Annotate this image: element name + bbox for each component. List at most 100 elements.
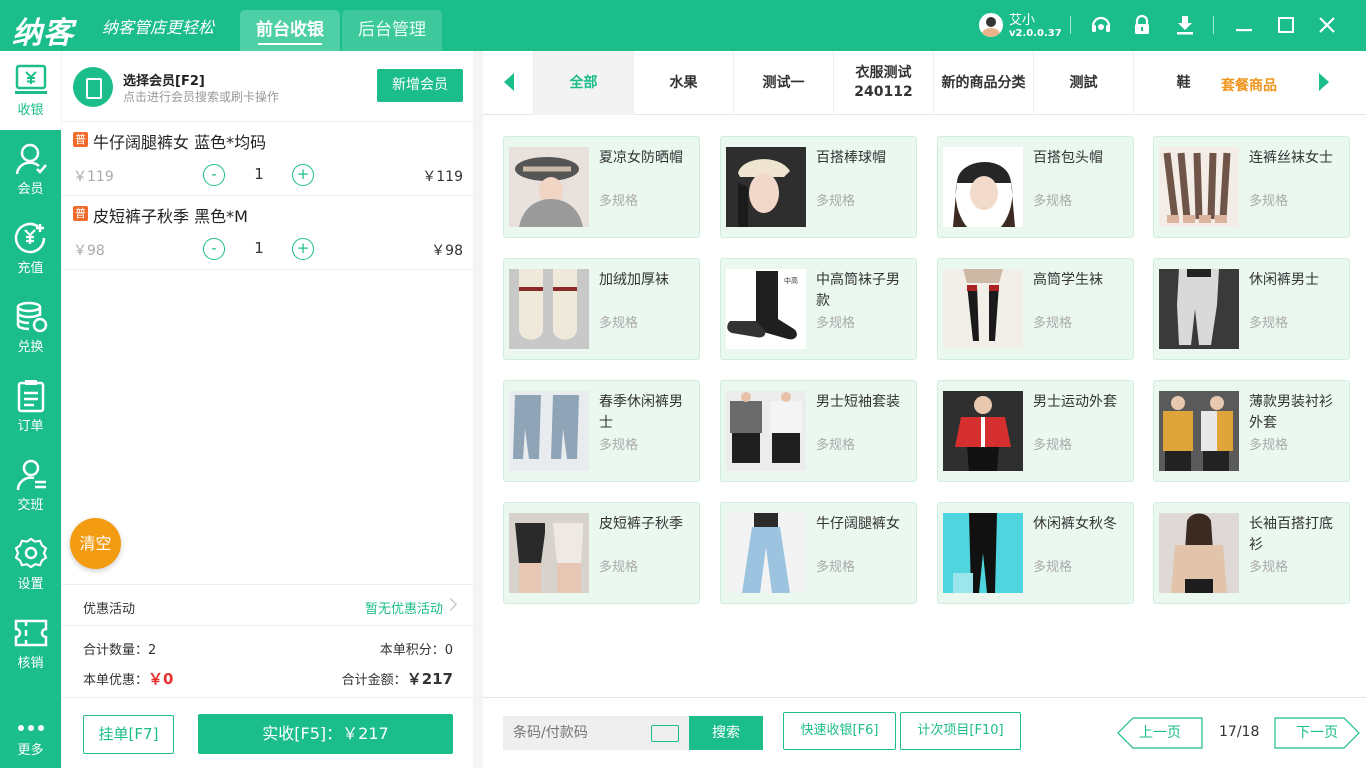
product-spec: 多规格	[599, 316, 639, 331]
category-tab[interactable]: 新的商品分类	[933, 51, 1033, 115]
product-image	[1159, 391, 1239, 471]
product-image	[943, 269, 1023, 349]
headset-icon[interactable]	[1089, 13, 1113, 37]
close-icon[interactable]	[1315, 13, 1339, 37]
search-button[interactable]: 搜索	[689, 716, 763, 750]
minimize-icon[interactable]	[1232, 13, 1256, 37]
increase-qty-button[interactable]: +	[292, 238, 314, 260]
product-card[interactable]: 休闲裤女秋冬 多规格	[937, 502, 1134, 604]
product-card[interactable]: 高筒学生袜 多规格	[937, 258, 1134, 360]
category-tab[interactable]: 测試	[1033, 51, 1133, 115]
divider	[1213, 16, 1214, 34]
sidebar-item-more[interactable]: 更多	[0, 699, 61, 768]
product-name: 皮短裤子秋季	[599, 516, 683, 532]
sidebar-item-exchange[interactable]: 兑换	[0, 288, 61, 367]
product-image	[726, 391, 806, 471]
cart-item-qty[interactable]: 1	[242, 165, 276, 183]
member-selector[interactable]: 选择会员[F2] 点击进行会员搜索或刷卡操作 新增会员	[62, 51, 473, 122]
sidebar-item-member[interactable]: 会员	[0, 130, 61, 209]
cart-item-name: 牛仔阔腿裤女 蓝色*均码	[93, 133, 267, 152]
amount-value: ￥217	[406, 670, 453, 688]
maximize-icon[interactable]	[1274, 13, 1298, 37]
category-next-arrow-icon[interactable]	[1319, 73, 1329, 91]
decrease-qty-button[interactable]: -	[203, 164, 225, 186]
increase-qty-button[interactable]: +	[292, 164, 314, 186]
member-title[interactable]: 选择会员[F2]	[123, 70, 205, 89]
cart-item[interactable]: 普 皮短裤子秋季 黑色*M ￥98 - 1 + ￥98	[62, 196, 473, 270]
category-tab-all[interactable]: 全部	[533, 51, 633, 115]
decrease-qty-button[interactable]: -	[203, 238, 225, 260]
product-card[interactable]: 男士短袖套装 多规格	[720, 380, 917, 482]
product-card[interactable]: 牛仔阔腿裤女 多规格	[720, 502, 917, 604]
product-card[interactable]: 春季休闲裤男士 多规格	[503, 380, 700, 482]
quick-pay-button[interactable]: 快速收银[F6]	[783, 712, 896, 750]
category-tab[interactable]: 测试一	[733, 51, 833, 115]
sidebar-label: 核销	[17, 656, 44, 671]
category-tab[interactable]: 水果	[633, 51, 733, 115]
promotion-label: 优惠活动	[83, 602, 136, 617]
product-name: 春季休闲裤男士	[599, 394, 683, 431]
cart-panel: 选择会员[F2] 点击进行会员搜索或刷卡操作 新增会员 普 牛仔阔腿裤女 蓝色*…	[62, 51, 473, 768]
category-tab[interactable]: 衣服测试240112	[833, 51, 933, 115]
chevron-right-icon[interactable]	[444, 598, 457, 611]
prev-page-button[interactable]: 上一页	[1117, 717, 1203, 749]
product-image: 中高	[726, 269, 806, 349]
product-name: 连裤丝袜女士	[1249, 150, 1333, 166]
order-discount: 本单优惠：￥0	[83, 668, 173, 689]
cart-item-qty[interactable]: 1	[242, 239, 276, 257]
hold-order-button[interactable]: 挂单[F7]	[83, 715, 174, 754]
count-items-button[interactable]: 计次项目[F10]	[900, 712, 1021, 750]
product-card[interactable]: 加绒加厚袜 多规格	[503, 258, 700, 360]
shift-icon	[16, 459, 46, 491]
sidebar-item-shift[interactable]: 交班	[0, 446, 61, 525]
product-image	[509, 269, 589, 349]
cart-item[interactable]: 普 牛仔阔腿裤女 蓝色*均码 ￥119 - 1 + ￥119	[62, 122, 473, 196]
promotion-row[interactable]: 优惠活动 暂无优惠活动	[62, 584, 473, 626]
product-card[interactable]: 皮短裤子秋季 多规格	[503, 502, 700, 604]
lock-icon[interactable]	[1130, 13, 1154, 37]
points-value: 0	[444, 643, 453, 658]
product-image	[1159, 513, 1239, 593]
app-logo: 纳客	[12, 16, 74, 51]
amount-label: 合计金额：	[341, 673, 407, 688]
product-card[interactable]: 长袖百搭打底衫 多规格	[1153, 502, 1350, 604]
product-card[interactable]: 百搭棒球帽 多规格	[720, 136, 917, 238]
promotion-value[interactable]: 暂无优惠活动	[365, 598, 443, 617]
product-card[interactable]: 薄款男装衬衫外套 多规格	[1153, 380, 1350, 482]
product-image	[509, 391, 589, 471]
product-card[interactable]: 夏凉女防晒帽 多规格	[503, 136, 700, 238]
product-card[interactable]: 休闲裤男士 多规格	[1153, 258, 1350, 360]
keyboard-icon[interactable]	[651, 725, 679, 742]
cart-footer: 挂单[F7] 实收[F5]：￥217	[62, 697, 473, 768]
product-card[interactable]: 百搭包头帽 多规格	[937, 136, 1134, 238]
download-icon[interactable]	[1173, 13, 1197, 37]
product-name: 百搭棒球帽	[816, 150, 886, 166]
sidebar-item-verify[interactable]: 核销	[0, 604, 61, 683]
product-image	[1159, 269, 1239, 349]
category-tab[interactable]: 鞋	[1133, 51, 1233, 115]
sidebar-item-recharge[interactable]: 充值	[0, 209, 61, 288]
checkout-button[interactable]: 实收[F5]：￥217	[198, 714, 453, 754]
svg-text:中高: 中高	[784, 276, 798, 285]
sidebar-item-settings[interactable]: 设置	[0, 525, 61, 604]
tab-front-cashier[interactable]: 前台收银	[240, 10, 340, 51]
category-tab-bundle[interactable]: 套餐商品	[1221, 75, 1277, 95]
user-name[interactable]: 艾小	[1009, 9, 1035, 28]
product-card[interactable]: 男士运动外套 多规格	[937, 380, 1134, 482]
product-spec: 多规格	[599, 194, 639, 209]
sidebar-item-cashier[interactable]: 收银	[0, 51, 61, 130]
sidebar-item-order[interactable]: 订单	[0, 367, 61, 446]
sidebar-label: 更多	[17, 743, 44, 758]
app-slogan: 纳客管店更轻松	[102, 18, 215, 37]
tab-back-office[interactable]: 后台管理	[342, 10, 442, 51]
product-card[interactable]: 中高 中高筒袜子男款 多规格	[720, 258, 917, 360]
next-page-button[interactable]: 下一页	[1274, 717, 1360, 749]
sidebar-label: 收银	[17, 103, 44, 118]
add-member-button[interactable]: 新增会员	[377, 69, 463, 102]
product-image	[943, 391, 1023, 471]
category-prev-arrow-icon[interactable]	[504, 73, 514, 91]
cart-item-total: ￥98	[431, 243, 463, 259]
product-card[interactable]: 连裤丝袜女士 多规格	[1153, 136, 1350, 238]
clear-cart-button[interactable]: 清空	[70, 518, 121, 569]
user-avatar[interactable]	[979, 13, 1003, 37]
